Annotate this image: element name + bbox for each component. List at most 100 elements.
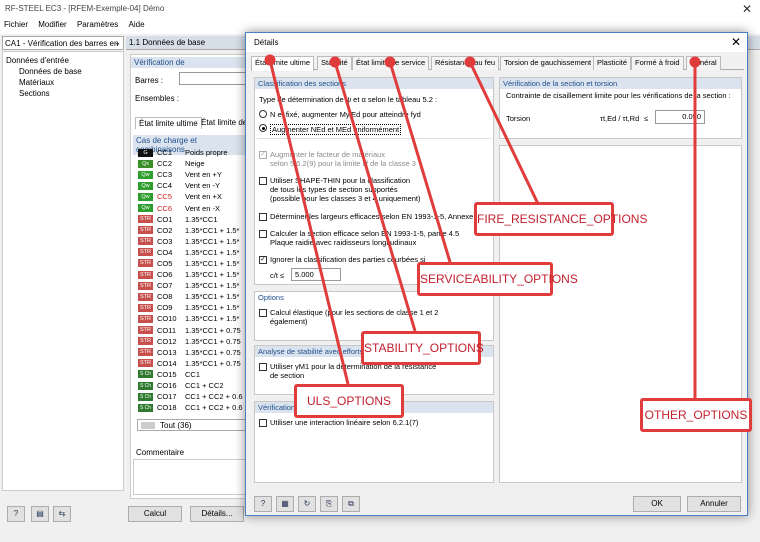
ok-button[interactable]: OK <box>633 496 681 512</box>
load-case-id: CO18 <box>157 403 177 413</box>
load-case-row[interactable]: STR CO11 1.35*CC1 + 0.75 <box>133 325 249 336</box>
all-selector[interactable]: Tout (36) <box>137 419 247 431</box>
menu-parametres[interactable]: Paramètres <box>73 18 122 31</box>
export-icon[interactable]: ▤ <box>31 506 49 522</box>
load-case-row[interactable]: STR CO3 1.35*CC1 + 1.5* <box>133 236 249 247</box>
load-case-badge: STR <box>138 281 153 290</box>
nav-item-sections[interactable]: Sections <box>3 88 123 99</box>
load-case-badge: STR <box>138 337 153 346</box>
elastic-label-1: Calcul élastique (pour les sections de c… <box>270 308 439 317</box>
load-case-row[interactable]: STR CO7 1.35*CC1 + 1.5* <box>133 280 249 291</box>
tab-forme-froid[interactable]: Formé à froid <box>631 56 684 70</box>
load-case-badge: STR <box>138 326 153 335</box>
load-case-row[interactable]: STR CO5 1.35*CC1 + 1.5* <box>133 258 249 269</box>
load-case-badge: STR <box>138 303 153 312</box>
load-case-row[interactable]: STR CO8 1.35*CC1 + 1.5* <box>133 291 249 302</box>
save-icon[interactable]: ⎘ <box>320 496 338 512</box>
load-case-id: CO14 <box>157 358 177 368</box>
units-icon[interactable]: ▦ <box>276 496 294 512</box>
checkbox-ignore-curved[interactable]: ✓ <box>259 256 267 264</box>
load-case-badge: S Ch <box>138 381 153 390</box>
checkbox-shapethin[interactable] <box>259 177 267 185</box>
dialog-close-icon[interactable]: ✕ <box>731 35 741 49</box>
tab-plasticite[interactable]: Plasticité <box>593 56 632 70</box>
reset-icon[interactable]: ↻ <box>298 496 316 512</box>
load-case-badge: STR <box>138 248 153 257</box>
load-case-id: CO7 <box>157 281 173 291</box>
load-case-id: CO15 <box>157 369 177 379</box>
load-case-row[interactable]: STR CO4 1.35*CC1 + 1.5* <box>133 247 249 258</box>
nav-item-materiaux[interactable]: Matériaux <box>3 77 123 88</box>
load-case-row[interactable]: S Ch CO18 CC1 + CC2 + 0.6 <box>133 402 249 413</box>
load-case-row[interactable]: Qs CC2 Neige <box>133 158 249 169</box>
case-selector[interactable]: CA1 - Vérification des barres en ⌄ <box>2 36 124 50</box>
load-case-row[interactable]: STR CO10 1.35*CC1 + 1.5* <box>133 313 249 324</box>
load-case-row[interactable]: STR CO9 1.35*CC1 + 1.5* <box>133 302 249 313</box>
tab-resistance-feu[interactable]: Résistance au feu <box>431 56 500 70</box>
checkbox-elastic[interactable] <box>259 309 267 317</box>
bars-input[interactable] <box>179 72 251 85</box>
type-label: Type de détermination de ψ et α selon le… <box>259 95 438 104</box>
load-case-row[interactable]: S Ch CO15 CC1 <box>133 369 249 380</box>
tab-uls-main[interactable]: État limite ultime <box>135 117 202 129</box>
details-button[interactable]: Détails... <box>190 506 244 522</box>
classification-box: Classification des sections Type de déte… <box>254 77 494 285</box>
load-case-badge: G <box>138 148 153 157</box>
load-case-row[interactable]: STR CO6 1.35*CC1 + 1.5* <box>133 269 249 280</box>
load-case-row[interactable]: Qw CC4 Vent en -Y <box>133 180 249 191</box>
help-icon[interactable]: ? <box>7 506 25 522</box>
load-case-row[interactable]: STR CO14 1.35*CC1 + 0.75 <box>133 358 249 369</box>
callout-stability: STABILITY_OPTIONS <box>361 331 484 365</box>
load-case-desc: 1.35*CC1 + 1.5* <box>185 225 240 235</box>
checkbox-gamma[interactable] <box>259 363 267 371</box>
tab-etat-limite-service[interactable]: État limite de service <box>352 56 430 70</box>
help-icon[interactable]: ? <box>254 496 272 512</box>
load-case-row[interactable]: S Ch CO16 CC1 + CC2 <box>133 380 249 391</box>
tab-torsion-gauchissement[interactable]: Torsion de gauchissement <box>500 56 596 70</box>
ct-input[interactable]: 5.000 <box>291 268 341 281</box>
load-case-row[interactable]: Qw CC5 Vent en +X <box>133 191 249 202</box>
cancel-button[interactable]: Annuler <box>687 496 741 512</box>
tab-etat-limite-ultime[interactable]: État limite ultime <box>251 56 315 71</box>
app-close-icon[interactable]: ✕ <box>742 2 752 16</box>
load-case-desc: CC1 + CC2 + 0.6 <box>185 403 243 413</box>
checkbox-calc-effective[interactable] <box>259 230 267 238</box>
menu-modifier[interactable]: Modifier <box>34 18 70 31</box>
case-selector-value: CA1 - Vérification des barres en <box>5 39 119 48</box>
load-case-row[interactable]: STR CO2 1.35*CC1 + 1.5* <box>133 225 249 236</box>
load-case-badge: S Ch <box>138 403 153 412</box>
radio-fixed[interactable] <box>259 110 267 118</box>
section-title: 1.1 Données de base <box>129 38 206 47</box>
torsion-input[interactable]: 0.050 <box>655 110 705 124</box>
load-case-desc: 1.35*CC1 + 1.5* <box>185 281 240 291</box>
load-case-row[interactable]: STR CO1 1.35*CC1 <box>133 214 249 225</box>
checkbox-effective-widths[interactable] <box>259 213 267 221</box>
load-case-row[interactable]: STR CO13 1.35*CC1 + 0.75 <box>133 347 249 358</box>
tab-sls-main[interactable]: État limite de <box>201 118 247 127</box>
menu-aide[interactable]: Aide <box>125 18 149 31</box>
tab-stabilite[interactable]: Stabilité <box>317 56 352 70</box>
tab-general[interactable]: Général <box>686 56 721 70</box>
load-case-row[interactable]: Qw CC3 Vent en +Y <box>133 169 249 180</box>
nav-item-donnees-base[interactable]: Données de base <box>3 66 123 77</box>
checkbox-increase-factor[interactable]: ✓ <box>259 151 267 159</box>
torsion-box: Vérification de la section et torsion Co… <box>499 77 742 139</box>
comment-label: Commentaire <box>133 447 249 458</box>
import-icon[interactable]: ⇆ <box>53 506 71 522</box>
calc-button[interactable]: Calcul <box>128 506 182 522</box>
load-case-row[interactable]: Qw CC6 Vent en -X <box>133 202 249 213</box>
load-case-desc: 1.35*CC1 + 0.75 <box>185 325 241 335</box>
load-case-badge: S Ch <box>138 370 153 379</box>
menu-fichier[interactable]: Fichier <box>0 18 32 31</box>
comment-input[interactable] <box>133 459 249 495</box>
radio-uniform[interactable] <box>259 124 267 132</box>
navigation-tree: Données d'entrée Données de base Matéria… <box>2 51 124 491</box>
load-case-row[interactable]: S Ch CO17 CC1 + CC2 + 0.6 <box>133 391 249 402</box>
load-icon[interactable]: ⧉ <box>342 496 360 512</box>
load-case-desc: CC1 <box>185 369 201 379</box>
nav-root[interactable]: Données d'entrée <box>3 52 123 66</box>
load-case-row[interactable]: G CC1 Poids propre <box>133 147 249 158</box>
load-case-row[interactable]: STR CO12 1.35*CC1 + 0.75 <box>133 336 249 347</box>
load-case-desc: 1.35*CC1 + 0.75 <box>185 336 241 346</box>
checkbox-linear[interactable] <box>259 419 267 427</box>
